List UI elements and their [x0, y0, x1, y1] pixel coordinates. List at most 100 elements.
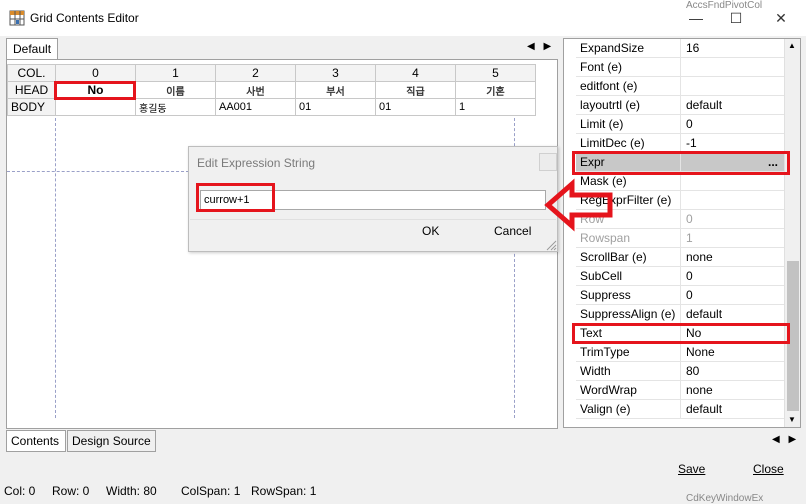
property-divider	[680, 400, 681, 419]
property-divider	[680, 115, 681, 134]
tab-default[interactable]: Default	[6, 38, 58, 59]
property-value[interactable]: None	[686, 345, 715, 359]
window-title: Grid Contents Editor	[30, 11, 139, 25]
ok-button[interactable]: OK	[422, 224, 439, 238]
grid-editor-icon	[9, 10, 25, 26]
property-value[interactable]: 0	[686, 117, 693, 131]
col-label: COL.	[7, 64, 56, 82]
red-arrow-left-icon	[544, 178, 613, 232]
property-name: Suppress	[580, 288, 631, 302]
property-value[interactable]: 80	[686, 364, 699, 378]
bottom-tab-nav-arrows[interactable]: ◀ ▶	[772, 434, 799, 445]
property-row[interactable]: ScrollBar (e) none	[576, 248, 784, 267]
status-rowspan: RowSpan: 1	[251, 484, 317, 498]
property-divider	[680, 362, 681, 381]
grid-tab-nav-arrows[interactable]: ◀ ▶	[527, 41, 554, 52]
property-row[interactable]: SuppressAlign (e) default	[576, 305, 784, 324]
close-icon[interactable]	[539, 153, 557, 171]
col-number[interactable]: 1	[135, 64, 216, 82]
property-divider	[680, 229, 681, 248]
property-name: ExpandSize	[580, 41, 645, 55]
property-row[interactable]: WordWrap none	[576, 381, 784, 400]
property-value[interactable]: default	[686, 98, 722, 112]
property-row[interactable]: editfont (e)	[576, 77, 784, 96]
property-row[interactable]: Font (e)	[576, 58, 784, 77]
dialog-separator	[190, 219, 556, 220]
property-value[interactable]: default	[686, 307, 722, 321]
col-number[interactable]: 4	[375, 64, 456, 82]
property-value[interactable]: 16	[686, 41, 699, 55]
property-name: Font (e)	[580, 60, 623, 74]
property-divider	[680, 286, 681, 305]
body-cell[interactable]: 01	[375, 98, 456, 116]
property-divider	[680, 77, 681, 96]
head-cell[interactable]: 이름	[135, 81, 216, 99]
annotation-box-text-row	[572, 323, 790, 344]
col-number[interactable]: 5	[455, 64, 536, 82]
annotation-box-expression	[196, 183, 275, 212]
property-value[interactable]: 0	[686, 269, 693, 283]
property-value[interactable]: 0	[686, 212, 693, 226]
guide-line	[7, 171, 189, 172]
property-name: WordWrap	[580, 383, 637, 397]
property-row[interactable]: Limit (e) 0	[576, 115, 784, 134]
resize-grip-icon[interactable]	[545, 239, 557, 251]
head-cell[interactable]: 부서	[295, 81, 376, 99]
status-colspan: ColSpan: 1	[181, 484, 241, 498]
body-cell[interactable]: AA001	[215, 98, 296, 116]
property-row[interactable]: ExpandSize 16	[576, 39, 784, 58]
tab-design-source[interactable]: Design Source	[67, 430, 156, 452]
property-value[interactable]: none	[686, 383, 713, 397]
save-button[interactable]: Save	[678, 462, 705, 476]
property-row[interactable]: SubCell 0	[576, 267, 784, 286]
col-number[interactable]: 3	[295, 64, 376, 82]
property-name: Rowspan	[580, 231, 631, 245]
property-divider	[680, 210, 681, 229]
property-name: TrimType	[580, 345, 630, 359]
guide-line	[55, 118, 56, 418]
property-value[interactable]: default	[686, 402, 722, 416]
head-cell[interactable]: 사번	[215, 81, 296, 99]
body-cell[interactable]	[55, 98, 136, 116]
property-row[interactable]: layoutrtl (e) default	[576, 96, 784, 115]
body-cell[interactable]: 홍길동	[135, 98, 216, 116]
property-divider	[680, 58, 681, 77]
property-row[interactable]: Suppress 0	[576, 286, 784, 305]
property-divider	[680, 343, 681, 362]
property-name: ScrollBar (e)	[580, 250, 647, 264]
property-scrollbar[interactable]: ▲ ▼	[784, 39, 800, 427]
property-value[interactable]: 1	[686, 231, 693, 245]
tab-contents[interactable]: Contents	[6, 430, 66, 452]
status-width: Width: 80	[106, 484, 157, 498]
property-row[interactable]: Valign (e) default	[576, 400, 784, 419]
head-cell[interactable]: 기혼	[455, 81, 536, 99]
property-name: SuppressAlign (e)	[580, 307, 676, 321]
maximize-button[interactable]: ☐	[721, 8, 751, 28]
body-cell[interactable]: 01	[295, 98, 376, 116]
property-name: editfont (e)	[580, 79, 638, 93]
scroll-down-arrow-icon[interactable]: ▼	[788, 415, 796, 424]
property-row[interactable]: Width 80	[576, 362, 784, 381]
property-name: Valign (e)	[580, 402, 631, 416]
property-divider	[680, 381, 681, 400]
col-number[interactable]: 0	[55, 64, 136, 82]
head-cell[interactable]: 직급	[375, 81, 456, 99]
background-window-text: CdKeyWindowEx	[686, 493, 764, 504]
property-row[interactable]: TrimType None	[576, 343, 784, 362]
annotation-box-expr-row	[572, 151, 790, 175]
property-value[interactable]: 0	[686, 288, 693, 302]
col-number[interactable]: 2	[215, 64, 296, 82]
property-value[interactable]: -1	[686, 136, 697, 150]
close-window-button[interactable]: ✕	[766, 8, 796, 28]
property-divider	[680, 96, 681, 115]
scroll-up-arrow-icon[interactable]: ▲	[788, 41, 796, 50]
property-grid[interactable]: ExpandSize 16 Font (e) editfont (e) layoutrt…	[563, 38, 801, 428]
close-button[interactable]: Close	[753, 462, 784, 476]
status-row: Row: 0	[52, 484, 90, 498]
body-cell[interactable]: 1	[455, 98, 536, 116]
property-divider	[680, 39, 681, 58]
cancel-button[interactable]: Cancel	[494, 224, 531, 238]
minimize-button[interactable]: —	[681, 8, 711, 28]
property-value[interactable]: none	[686, 250, 713, 264]
property-divider	[680, 191, 681, 210]
